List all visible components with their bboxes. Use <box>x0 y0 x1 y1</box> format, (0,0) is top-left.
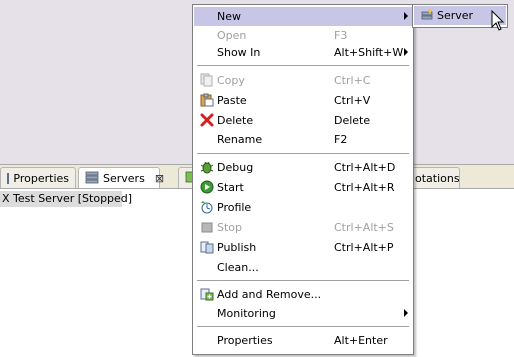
paste-icon <box>200 93 214 107</box>
menu-item-publish[interactable]: Publish Ctrl+Alt+P <box>194 238 412 257</box>
menu-separator <box>197 280 409 282</box>
tab-properties[interactable]: Properties <box>0 167 76 188</box>
menu-separator <box>197 326 409 328</box>
menu-item-label: Debug <box>217 161 254 174</box>
submenu-arrow-icon <box>404 309 408 317</box>
menu-separator <box>197 65 409 67</box>
menu-item-label: Monitoring <box>217 307 276 320</box>
menu-item-label: Rename <box>217 133 263 146</box>
submenu-arrow-icon <box>404 12 408 20</box>
menu-item-monitoring[interactable]: Monitoring <box>194 304 412 323</box>
menu-item-copy: Copy Ctrl+C <box>194 71 412 90</box>
publish-icon <box>200 240 214 254</box>
menu-item-new[interactable]: New <box>194 7 412 26</box>
debug-icon <box>200 160 214 174</box>
menu-item-label: Profile <box>217 201 252 214</box>
menu-item-label: Start <box>217 181 244 194</box>
menu-item-shortcut: Ctrl+Alt+P <box>334 241 394 254</box>
close-icon[interactable]: ⊠ <box>155 172 164 185</box>
menu-item-label: Clean... <box>217 261 259 274</box>
menu-item-shortcut: Ctrl+Alt+R <box>334 181 395 194</box>
menu-item-shortcut: Delete <box>334 114 371 127</box>
profile-icon <box>200 200 214 214</box>
menu-item-properties[interactable]: Properties Alt+Enter <box>194 331 412 350</box>
menu-item-label: Server <box>437 9 474 22</box>
copy-icon <box>200 73 214 87</box>
menu-item-rename[interactable]: Rename F2 <box>194 130 412 149</box>
tab-annotations-label: otations <box>415 171 460 185</box>
menu-item-label: Publish <box>217 241 257 254</box>
add-remove-icon <box>200 287 214 301</box>
menu-item-label: Properties <box>217 334 273 347</box>
menu-item-shortcut: F3 <box>334 29 348 42</box>
tab-properties-label: Properties <box>13 171 69 185</box>
menu-item-stop: Stop Ctrl+Alt+S <box>194 218 412 237</box>
menu-item-shortcut: Alt+Shift+W <box>334 46 404 59</box>
stop-icon <box>200 220 214 234</box>
menu-item-label: New <box>217 10 241 23</box>
menu-item-shortcut: Alt+Enter <box>334 334 388 347</box>
menu-item-show-in[interactable]: Show In Alt+Shift+W <box>194 43 412 62</box>
menu-item-label: Delete <box>217 114 254 127</box>
menu-item-delete[interactable]: Delete Delete <box>194 111 412 130</box>
mouse-cursor-icon <box>491 10 505 31</box>
submenu-arrow-icon <box>404 48 408 56</box>
menu-item-paste[interactable]: Paste Ctrl+V <box>194 91 412 110</box>
menu-item-label: Add and Remove... <box>217 288 322 301</box>
menu-item-shortcut: Ctrl+C <box>334 74 371 87</box>
menu-separator <box>197 153 409 155</box>
menu-item-label: Stop <box>217 221 243 234</box>
tab-servers-label: Servers <box>103 171 145 185</box>
menu-item-shortcut: Ctrl+Alt+S <box>334 221 394 234</box>
servers-icon <box>85 170 99 187</box>
menu-item-add-remove[interactable]: Add and Remove... <box>194 285 412 304</box>
tab-servers[interactable]: Servers ⊠ <box>78 167 164 188</box>
tab-annotations[interactable]: otations <box>408 167 460 188</box>
properties-icon <box>7 172 10 184</box>
menu-item-clean[interactable]: Clean... <box>194 258 412 277</box>
menu-item-label: Open <box>217 29 247 42</box>
menu-item-label: Copy <box>217 74 245 87</box>
new-server-icon <box>420 8 434 22</box>
menu-item-label: Paste <box>217 94 247 107</box>
menu-item-label: Show In <box>217 46 261 59</box>
server-list-item[interactable]: X Test Server [Stopped] <box>0 191 132 207</box>
menu-item-profile[interactable]: Profile <box>194 198 412 217</box>
menu-item-debug[interactable]: Debug Ctrl+Alt+D <box>194 158 412 177</box>
delete-icon <box>200 113 214 127</box>
context-menu: New Open F3 Show In Alt+Shift+W Copy Ctr… <box>192 4 414 355</box>
menu-item-start[interactable]: Start Ctrl+Alt+R <box>194 178 412 197</box>
start-icon <box>200 180 214 194</box>
menu-item-shortcut: F2 <box>334 133 348 146</box>
menu-item-shortcut: Ctrl+V <box>334 94 371 107</box>
menu-item-shortcut: Ctrl+Alt+D <box>334 161 396 174</box>
